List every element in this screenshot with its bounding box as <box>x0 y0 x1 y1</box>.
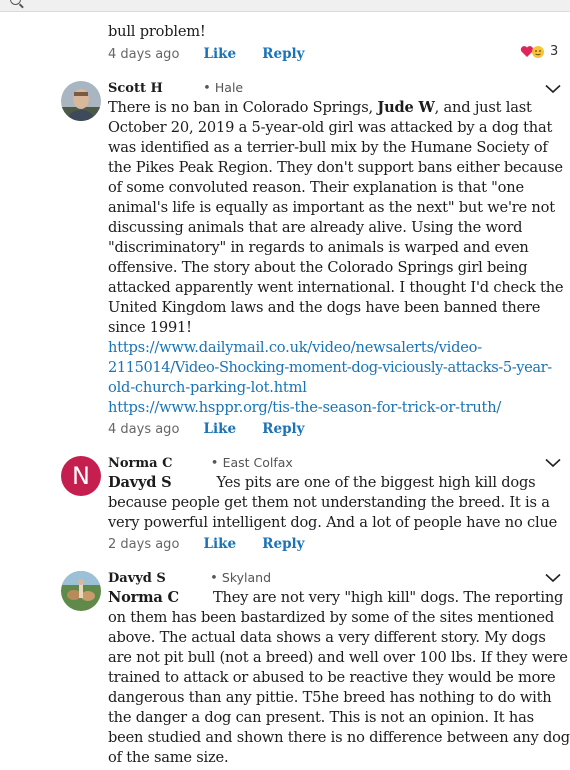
chevron-down-icon[interactable] <box>545 458 561 468</box>
comment-line: the Pikes Peak Region. They don't suppor… <box>108 159 563 176</box>
author-name[interactable]: Norma C <box>108 456 172 471</box>
comment-line: animal's life is equally as important as… <box>108 199 555 216</box>
comment-body: Norma C They are not very "high kill" dog… <box>108 588 570 768</box>
link-line[interactable]: 2115014/Video-Shocking-moment-dog-viciou… <box>108 358 568 378</box>
comment-line: above. The actual data shows a very diff… <box>108 629 546 646</box>
author-location: East Colfax <box>222 455 293 470</box>
author-location: Hale <box>214 80 244 95</box>
reaction-count: 3 <box>550 44 559 59</box>
comment-line: trained to attack or abused to be reacti… <box>108 669 556 686</box>
avatar[interactable]: N <box>61 456 101 496</box>
comment-text: They are not very "high kill" dogs. The … <box>212 589 564 606</box>
comment-body: Davyd S Yes pits are one of the biggest h… <box>108 473 568 533</box>
comment-line: offensive. The story about the Colorado … <box>108 259 528 276</box>
comment-line: of some convoluted reason. Their explana… <box>108 179 524 196</box>
smile-icon <box>532 45 544 58</box>
like-button[interactable]: Like <box>204 46 237 62</box>
comment-line: of the same size. <box>108 749 229 766</box>
author-name[interactable]: Scott H <box>108 81 163 96</box>
comment-meta: 2 days ago Like Reply <box>108 536 305 554</box>
author-line: Davyd S • Skyland <box>108 570 272 586</box>
reply-button[interactable]: Reply <box>262 46 304 62</box>
comment-text: Yes pits are one of the biggest high kil… <box>216 474 536 491</box>
comment-line: dangerous than any pittie. T5he breed ha… <box>108 689 552 706</box>
author-line: Norma C • East Colfax <box>108 455 293 471</box>
top-toolbar <box>0 0 570 12</box>
reactions-summary[interactable]: 3 <box>520 44 558 59</box>
reply-button[interactable]: Reply <box>262 421 304 437</box>
comment-line: the danger a dog can present. This is no… <box>108 709 534 726</box>
comment-meta: 4 days ago Like Reply <box>108 46 305 64</box>
mention[interactable]: Norma C <box>108 589 179 606</box>
timestamp: 4 days ago <box>108 422 180 437</box>
comment-line: discussing animals that are already aliv… <box>108 219 523 236</box>
author-name[interactable]: Davyd S <box>108 571 166 586</box>
comment-text-tail: bull problem! <box>108 23 206 40</box>
timestamp: 4 days ago <box>108 47 180 62</box>
comment-line: "discriminatory" in regards to animals i… <box>108 239 529 256</box>
avatar[interactable] <box>61 571 101 611</box>
comment-text: There is no ban in Colorado Springs, <box>108 99 378 116</box>
chevron-down-icon[interactable] <box>545 84 561 94</box>
comment-line: was identified as a terrier-bull mix by … <box>108 139 548 156</box>
avatar-photo <box>61 571 101 611</box>
article-link[interactable]: https://www.dailymail.co.uk/video/newsal… <box>108 338 568 398</box>
like-button[interactable]: Like <box>204 536 237 552</box>
reply-button[interactable]: Reply <box>262 536 304 552</box>
link-line[interactable]: https://www.dailymail.co.uk/video/newsal… <box>108 338 568 358</box>
comment-body: There is no ban in Colorado Springs, Jud… <box>108 98 568 418</box>
comment-first-line: There is no ban in Colorado Springs, Jud… <box>108 98 568 118</box>
comment-line: are not pit bull (not a breed) and well … <box>108 649 568 666</box>
comment-line: very powerful intelligent dog. And a lot… <box>108 514 558 531</box>
chevron-down-icon[interactable] <box>545 573 561 583</box>
mention[interactable]: Jude W <box>377 99 434 116</box>
avatar[interactable] <box>61 81 101 121</box>
comment-line: since 1991! <box>108 319 192 336</box>
comment-line: United Kingdom laws and the dogs have be… <box>108 299 541 316</box>
comment-line: because people get them not understandin… <box>108 494 550 511</box>
timestamp: 2 days ago <box>108 537 180 552</box>
comment-line: on them has been bastardized by some of … <box>108 609 555 626</box>
avatar-photo <box>61 81 101 121</box>
author-line: Scott H • Hale <box>108 80 244 96</box>
avatar-letter: N <box>72 462 90 490</box>
like-button[interactable]: Like <box>204 421 237 437</box>
link-line[interactable]: old-church-parking-lot.html <box>108 378 568 398</box>
comment-line: attacked apparently went international. … <box>108 279 564 296</box>
search-icon[interactable] <box>10 0 21 5</box>
comment-meta: 4 days ago Like Reply <box>108 421 305 439</box>
hsppr-link[interactable]: https://www.hsppr.org/tis-the-season-for… <box>108 398 568 418</box>
comment-first-line: Norma C They are not very "high kill" dog… <box>108 588 568 608</box>
comment-line: October 20, 2019 a 5-year-old girl was a… <box>108 119 553 136</box>
author-location: Skyland <box>221 570 272 585</box>
comment-text: , and just last <box>434 99 532 116</box>
mention[interactable]: Davyd S <box>108 474 172 491</box>
comment-line: been studied and shown there is no diffe… <box>108 729 570 746</box>
comment-first-line: Davyd S Yes pits are one of the biggest h… <box>108 473 568 493</box>
